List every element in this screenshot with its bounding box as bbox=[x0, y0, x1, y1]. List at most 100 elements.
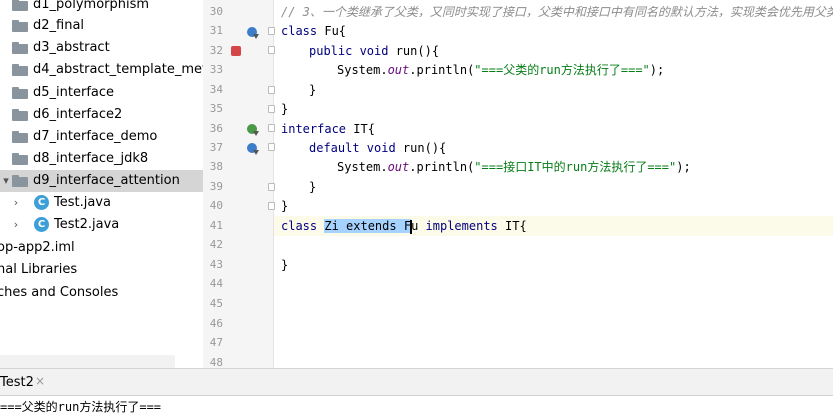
run-tool-window-tabs: Test2 × bbox=[0, 368, 833, 396]
line-number: 36 bbox=[209, 122, 223, 135]
tree-item-label: d3_abstract bbox=[33, 40, 110, 55]
line-number: 33 bbox=[209, 63, 223, 76]
folder-icon bbox=[12, 153, 28, 165]
code-text: ); bbox=[649, 63, 665, 77]
code-text: u bbox=[411, 219, 419, 233]
line-number: 46 bbox=[209, 317, 223, 330]
tree-item-label: ches and Consoles bbox=[0, 285, 119, 300]
fold-marker-icon[interactable] bbox=[268, 46, 275, 54]
tree-item-d7[interactable]: d7_interface_demo bbox=[0, 126, 203, 148]
code-line-31: class Fu{ bbox=[281, 21, 346, 41]
tree-item-d2[interactable]: d2_final bbox=[0, 15, 203, 37]
project-tree[interactable]: d1_polymorphism d2_final d3_abstract d4_… bbox=[0, 0, 203, 368]
line-number: 45 bbox=[209, 297, 223, 310]
tree-item-d3[interactable]: d3_abstract bbox=[0, 37, 203, 59]
code-text: Fu{ bbox=[317, 24, 347, 38]
code-line-36: interface IT{ bbox=[281, 119, 375, 139]
fold-marker-icon[interactable] bbox=[268, 86, 275, 94]
fold-marker-icon[interactable] bbox=[268, 202, 275, 210]
arrow-down-icon bbox=[253, 131, 259, 136]
arrow-down-icon bbox=[253, 34, 259, 39]
line-number: 44 bbox=[209, 277, 223, 290]
code-line-34: } bbox=[309, 83, 317, 97]
tree-item-external-libraries[interactable]: nal Libraries bbox=[0, 259, 203, 281]
close-icon[interactable]: × bbox=[35, 374, 45, 388]
chevron-right-icon[interactable]: › bbox=[10, 214, 22, 236]
line-number: 38 bbox=[209, 160, 223, 173]
code-text: IT{ bbox=[346, 122, 375, 136]
tree-item-scratches[interactable]: ches and Consoles bbox=[0, 282, 203, 304]
code-text: ); bbox=[676, 160, 691, 174]
code-line-32: public void run(){ bbox=[309, 41, 439, 61]
folder-icon bbox=[12, 87, 28, 99]
code-line-38: System.out.println("===接口IT中的run方法执行了===… bbox=[337, 157, 691, 177]
java-class-icon: C bbox=[34, 217, 49, 232]
chevron-down-icon[interactable]: ▾ bbox=[0, 170, 12, 192]
tree-item-test[interactable]: › C Test.java bbox=[0, 192, 203, 214]
keyword: class bbox=[281, 24, 318, 38]
tree-item-d9[interactable]: ▾ d9_interface_attention bbox=[0, 170, 203, 192]
java-class-icon: C bbox=[34, 195, 49, 210]
tree-item-label: d2_final bbox=[33, 18, 85, 33]
keyword: default void bbox=[309, 141, 396, 155]
keyword: implements bbox=[425, 219, 498, 233]
fold-marker-icon[interactable] bbox=[268, 105, 275, 113]
code-line-39: } bbox=[309, 180, 317, 194]
tree-item-d5[interactable]: d5_interface bbox=[0, 82, 203, 104]
line-number: 32 bbox=[209, 44, 223, 57]
line-number: 35 bbox=[209, 102, 223, 115]
tree-item-iml[interactable]: op-app2.iml bbox=[0, 237, 203, 259]
tree-item-d1[interactable]: d1_polymorphism bbox=[0, 0, 203, 16]
tree-item-label: d7_interface_demo bbox=[33, 129, 158, 144]
tree-item-label: d5_interface bbox=[33, 85, 115, 100]
tree-item-label: d1_polymorphism bbox=[33, 0, 150, 12]
tree-item-test2[interactable]: › C Test2.java bbox=[0, 214, 203, 236]
run-tab-test2[interactable]: Test2 bbox=[0, 375, 34, 390]
folder-icon bbox=[12, 64, 28, 76]
line-number: 40 bbox=[209, 199, 223, 212]
fold-marker-icon[interactable] bbox=[268, 124, 275, 132]
fold-marker-icon[interactable] bbox=[268, 27, 275, 35]
code-text: System. bbox=[337, 160, 388, 174]
tree-item-label: d9_interface_attention bbox=[33, 173, 180, 188]
folder-icon bbox=[12, 109, 28, 121]
keyword: public void bbox=[309, 44, 389, 58]
folder-icon bbox=[12, 131, 28, 143]
fold-marker-icon[interactable] bbox=[268, 183, 275, 191]
tree-item-label: Test.java bbox=[54, 195, 111, 210]
selected-text: Zi extends F bbox=[324, 219, 412, 233]
code-line-35: } bbox=[281, 102, 289, 116]
line-number: 47 bbox=[209, 336, 223, 349]
string-literal: "===接口IT中的run方法执行了===" bbox=[474, 160, 677, 174]
tree-item-d4[interactable]: d4_abstract_template_metho bbox=[0, 59, 203, 81]
string-literal: "===父类的run方法执行了===" bbox=[474, 63, 650, 77]
horizontal-scrollbar[interactable] bbox=[0, 355, 175, 368]
chevron-right-icon[interactable]: › bbox=[10, 192, 22, 214]
fold-marker-icon[interactable] bbox=[268, 143, 275, 151]
field-ref: out bbox=[387, 63, 410, 77]
line-number: 39 bbox=[209, 180, 223, 193]
line-number: 42 bbox=[209, 238, 223, 251]
line-number: 31 bbox=[209, 24, 223, 37]
line-number: 30 bbox=[209, 5, 223, 18]
overriding-conflict-icon[interactable] bbox=[231, 46, 241, 56]
folder-icon bbox=[12, 20, 28, 32]
field-ref: out bbox=[387, 160, 410, 174]
line-number: 34 bbox=[209, 83, 223, 96]
run-console[interactable]: ===父类的run方法执行了=== bbox=[0, 396, 833, 418]
code-text: .println( bbox=[409, 63, 475, 77]
code-text: run(){ bbox=[395, 141, 447, 155]
console-output-line: ===父类的run方法执行了=== bbox=[0, 400, 162, 414]
folder-icon bbox=[12, 175, 28, 187]
tree-item-d6[interactable]: d6_interface2 bbox=[0, 104, 203, 126]
keyword: class bbox=[281, 219, 318, 233]
tree-item-label: Test2.java bbox=[54, 217, 120, 232]
tree-item-label: d8_interface_jdk8 bbox=[33, 151, 149, 166]
code-text: run(){ bbox=[388, 44, 440, 58]
folder-icon bbox=[12, 42, 28, 54]
code-text: IT{ bbox=[497, 219, 527, 233]
tree-item-label: nal Libraries bbox=[0, 262, 78, 277]
code-line-41: class Zi extends Fu implements IT{ bbox=[281, 216, 527, 236]
code-text: System. bbox=[337, 63, 388, 77]
tree-item-d8[interactable]: d8_interface_jdk8 bbox=[0, 148, 203, 170]
